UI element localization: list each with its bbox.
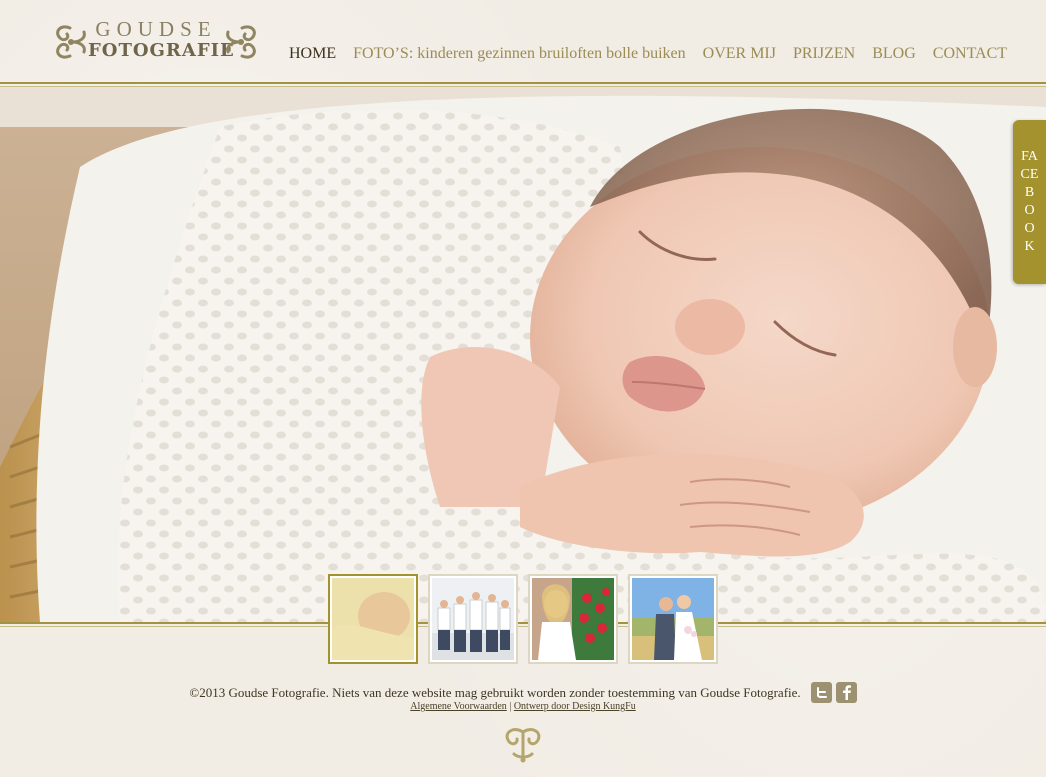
facebook-tab-label: FACEBOOK — [1020, 149, 1039, 254]
thumbnail-strip — [328, 574, 720, 664]
nav-item-blog[interactable]: BLOG — [872, 43, 916, 65]
footer-links: Algemene Voorwaarden | Ontwerp door Desi… — [0, 700, 1046, 714]
thumb-bride[interactable] — [528, 574, 618, 664]
wedding-couple-thumbnail-image — [632, 578, 714, 660]
logo-text-bottom: FOTOGRAFIE — [88, 40, 235, 61]
scroll-ornament-icon — [56, 25, 86, 59]
scroll-ornament-icon — [226, 25, 256, 59]
nav-item-over-mij[interactable]: OVER MIJ — [703, 43, 776, 65]
nav-item-contact[interactable]: CONTACT — [933, 43, 1007, 65]
nav-item-fotos[interactable]: FOTO’S: kinderen gezinnen bruiloften bol… — [353, 43, 686, 65]
thumb-newborn[interactable] — [328, 574, 418, 664]
site-header: GOUDSE FOTOGRAFIE HOME FOTO’S: kinderen … — [0, 0, 1046, 82]
footer-ornament-icon — [505, 728, 541, 763]
facebook-side-tab[interactable]: FACEBOOK — [1013, 120, 1046, 284]
facebook-f-glyph — [842, 685, 851, 700]
main-nav: HOME FOTO’S: kinderen gezinnen bruilofte… — [289, 42, 1007, 66]
bride-thumbnail-image — [532, 578, 614, 660]
newborn-thumbnail-image — [332, 578, 414, 660]
terms-link[interactable]: Algemene Voorwaarden — [410, 701, 507, 712]
logo[interactable]: GOUDSE FOTOGRAFIE — [50, 18, 262, 66]
design-credit-link[interactable]: Ontwerp door Design KungFu — [514, 701, 636, 712]
footer-copyright-row: ©2013 Goudse Fotografie. Niets van deze … — [0, 682, 1046, 703]
hero-photo: FACEBOOK — [0, 87, 1046, 622]
footer-link-separator: | — [509, 701, 512, 712]
nav-item-home[interactable]: HOME — [289, 43, 336, 65]
twitter-bird-glyph — [816, 687, 827, 698]
thumb-family[interactable] — [428, 574, 518, 664]
family-thumbnail-image — [432, 578, 514, 660]
newborn-photo-illustration — [0, 87, 1046, 622]
thumb-wedding-couple[interactable] — [628, 574, 718, 664]
copyright-text: ©2013 Goudse Fotografie. Niets van deze … — [189, 684, 801, 700]
logo-text-top: GOUDSE — [95, 17, 217, 41]
nav-item-prijzen[interactable]: PRIJZEN — [793, 43, 855, 65]
